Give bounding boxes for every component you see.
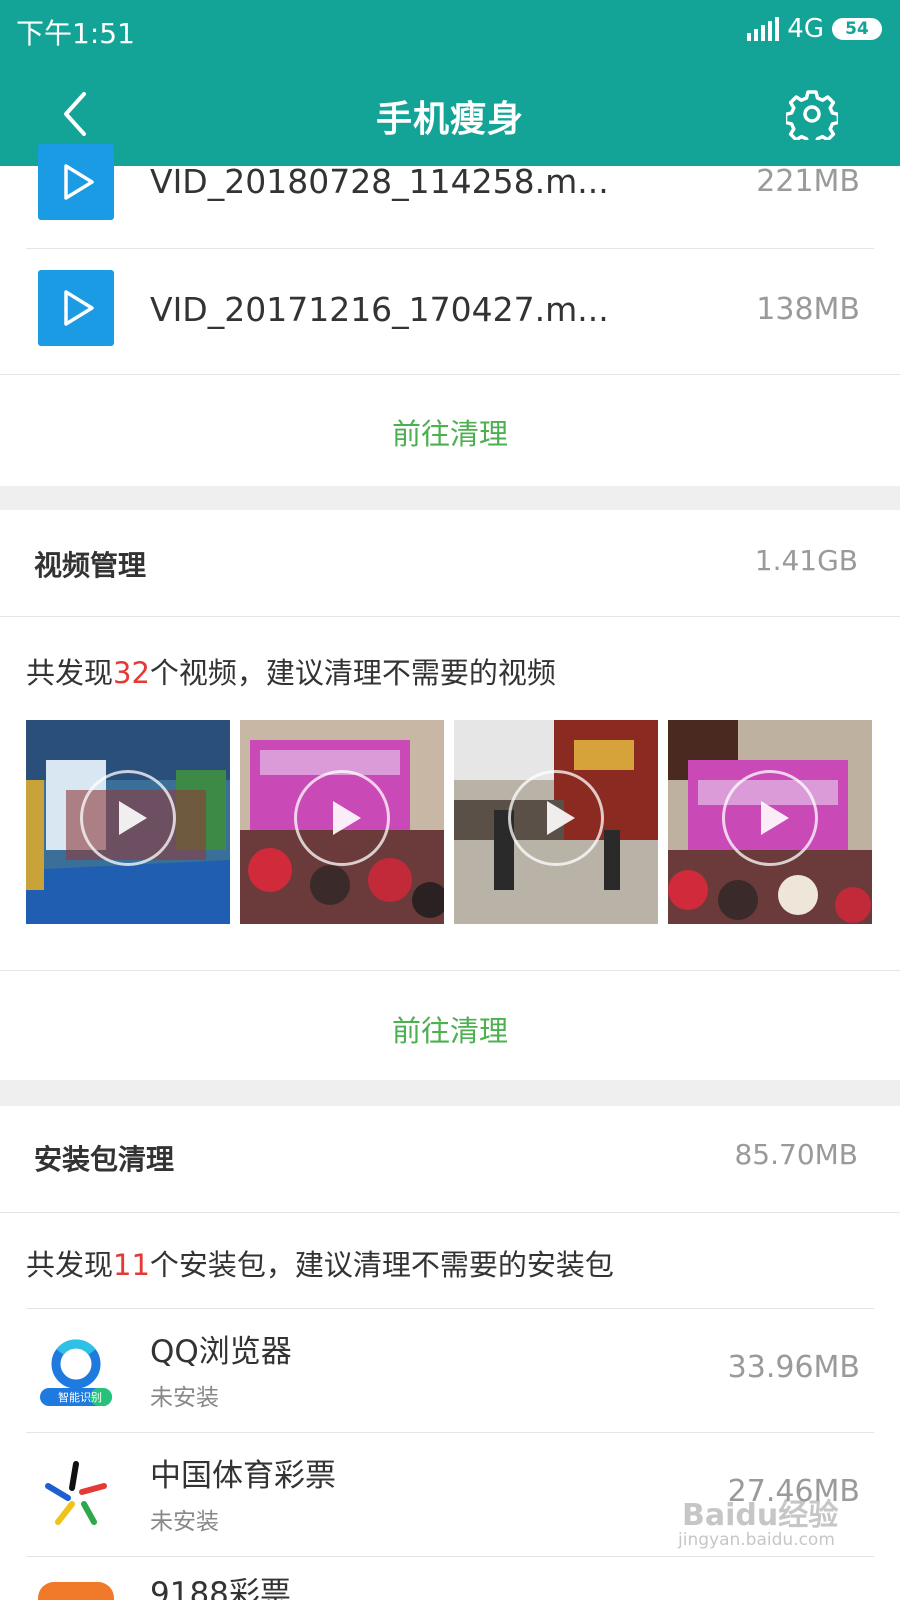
signal-icon — [747, 17, 780, 41]
video-file-icon — [38, 144, 114, 220]
watermark-url: jingyan.baidu.com — [678, 1530, 835, 1550]
video-thumbnail[interactable] — [240, 720, 444, 924]
video-thumbnail[interactable] — [668, 720, 872, 924]
large-files-card: VID_20180728_114258.m... 221MB VID_20171… — [0, 144, 900, 486]
play-icon — [294, 770, 390, 866]
play-icon — [80, 770, 176, 866]
package-row[interactable]: 9188彩票 — [26, 1556, 874, 1600]
section-title: 安装包清理 — [34, 1143, 175, 1176]
package-count: 11 — [113, 1248, 150, 1282]
divider — [0, 970, 900, 971]
file-size: 221MB — [756, 164, 860, 199]
video-thumbnail[interactable] — [26, 720, 230, 924]
video-thumbnail-strip — [26, 720, 874, 924]
status-time: 下午1:51 — [16, 17, 135, 50]
video-count: 32 — [113, 656, 150, 690]
status-indicators: 4G 54 — [747, 14, 882, 44]
lottery-app-icon — [38, 1582, 114, 1600]
section-title: 视频管理 — [34, 549, 147, 582]
app-name: QQ浏览器 — [150, 1334, 292, 1370]
file-size: 138MB — [756, 292, 860, 327]
app-name: 9188彩票 — [150, 1576, 291, 1600]
divider — [0, 1212, 900, 1213]
install-status: 未安装 — [150, 1385, 219, 1411]
install-status: 未安装 — [150, 1509, 219, 1535]
watermark: Baidu经验 — [682, 1498, 839, 1533]
play-icon — [722, 770, 818, 866]
qq-browser-icon: 智能识别 — [38, 1332, 114, 1408]
video-thumbnail[interactable] — [454, 720, 658, 924]
go-clean-button[interactable]: 前往清理 — [0, 411, 900, 453]
package-summary: 共发现11个安装包，建议清理不需要的安装包 — [26, 1248, 614, 1282]
app-name: 中国体育彩票 — [150, 1458, 336, 1494]
battery-icon: 54 — [832, 18, 882, 40]
package-size: 33.96MB — [727, 1350, 860, 1385]
section-size: 1.41GB — [754, 544, 858, 577]
file-name: VID_20171216_170427.m... — [150, 290, 609, 329]
file-row[interactable]: VID_20180728_114258.m... 221MB — [26, 120, 874, 244]
divider — [0, 374, 900, 375]
app-badge: 智能识别 — [58, 1391, 102, 1404]
package-row[interactable]: 智能识别 QQ浏览器 未安装 33.96MB — [26, 1308, 874, 1432]
sports-lottery-icon — [45, 1461, 107, 1525]
network-type: 4G — [787, 14, 824, 44]
video-management-card: 视频管理 1.41GB 共发现32个视频，建议清理不需要的视频 前往清理 — [0, 510, 900, 1080]
file-name: VID_20180728_114258.m... — [150, 162, 609, 201]
play-icon — [64, 290, 94, 326]
divider — [0, 616, 900, 617]
go-clean-button[interactable]: 前往清理 — [0, 1008, 900, 1050]
video-summary: 共发现32个视频，建议清理不需要的视频 — [26, 656, 556, 690]
video-file-icon — [38, 270, 114, 346]
file-row[interactable]: VID_20171216_170427.m... 138MB — [26, 248, 874, 372]
play-icon — [64, 164, 94, 200]
play-icon — [508, 770, 604, 866]
section-size: 85.70MB — [734, 1138, 858, 1171]
